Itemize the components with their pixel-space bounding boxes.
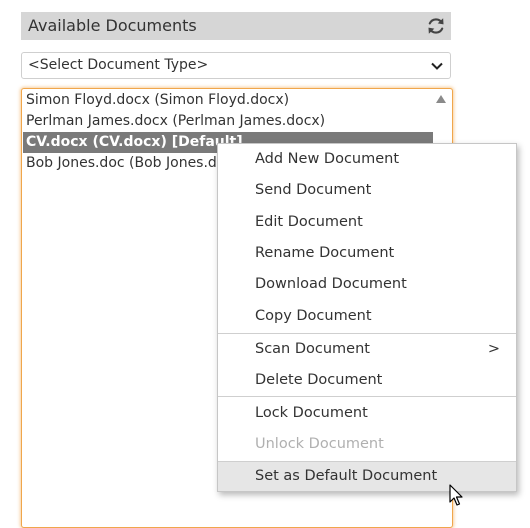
menu-item-set-as-default-document[interactable]: Set as Default Document — [218, 462, 516, 491]
submenu-arrow-icon: > — [487, 341, 500, 357]
document-type-select[interactable]: <Select Document Type> — [21, 52, 451, 79]
menu-item-rename-document[interactable]: Rename Document — [218, 239, 516, 268]
menu-item-unlock-document: Unlock Document — [255, 436, 384, 452]
available-documents-header: Available Documents — [21, 12, 451, 40]
menu-separator — [218, 333, 516, 334]
menu-item-lock-document[interactable]: Lock Document — [218, 399, 516, 428]
refresh-icon[interactable] — [425, 15, 447, 37]
chevron-down-icon — [431, 62, 443, 70]
panel-title: Available Documents — [28, 16, 197, 35]
menu-item-download-document[interactable]: Download Document — [218, 270, 516, 299]
mouse-pointer-icon — [449, 484, 463, 506]
document-type-select-value: <Select Document Type> — [28, 57, 209, 73]
context-menu: Add New Document Send Document Edit Docu… — [217, 143, 517, 492]
menu-item-scan-document[interactable]: Scan Document > — [218, 335, 516, 364]
menu-separator — [218, 396, 516, 397]
menu-item-label: Scan Document — [255, 341, 370, 357]
menu-item-add-new-document[interactable]: Add New Document — [218, 145, 516, 174]
document-list-item[interactable]: Perlman James.docx (Perlman James.docx) — [23, 111, 433, 132]
menu-item-edit-document[interactable]: Edit Document — [218, 208, 516, 237]
scroll-up-arrow-icon[interactable] — [436, 95, 446, 103]
menu-item-delete-document[interactable]: Delete Document — [218, 366, 516, 395]
menu-item-send-document[interactable]: Send Document — [218, 176, 516, 205]
menu-item-copy-document[interactable]: Copy Document — [218, 302, 516, 331]
document-list-item[interactable]: Simon Floyd.docx (Simon Floyd.docx) — [23, 90, 433, 111]
